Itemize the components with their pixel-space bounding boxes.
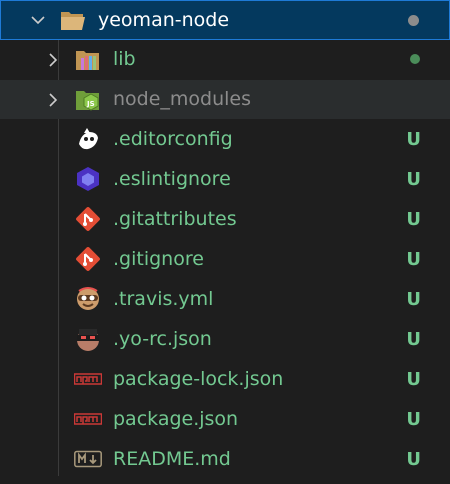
root-folder-label: yeoman-node [98,8,230,31]
tree-item-label: package-lock.json [113,368,284,390]
tree-item-gitignore[interactable]: .gitignore U [0,240,450,279]
untracked-status: U [406,449,421,470]
npm-icon [73,406,103,432]
tree-item-label: package.json [113,408,239,430]
chevron-right-icon[interactable] [46,93,60,107]
untracked-status: U [406,209,421,230]
tree-item-editorconfig[interactable]: .editorconfig U [0,120,450,159]
svg-text:JS: JS [86,100,95,108]
eslint-icon [75,166,101,192]
tree-item-label: README.md [113,448,231,470]
tree-item-package-json[interactable]: package.json U [0,400,450,439]
untracked-status: U [406,409,421,430]
root-status-dot [408,15,419,26]
untracked-status: U [406,329,421,350]
untracked-status: U [406,369,421,390]
tree-item-label: .gitignore [113,248,204,270]
tree-item-label: .travis.yml [113,288,214,310]
untracked-status: U [406,249,421,270]
tree-item-label: .gitattributes [113,208,237,230]
git-icon [75,246,101,272]
nodejs-folder-icon: JS [75,87,101,113]
tree-item-lib[interactable]: lib [0,40,450,79]
tree-item-package-lock-json[interactable]: package-lock.json U [0,360,450,399]
git-icon [75,206,101,232]
tree-item-node-modules[interactable]: JS node_modules [0,80,450,119]
travis-icon [75,286,101,312]
folder-open-icon [60,7,86,33]
tree-item-label: node_modules [113,88,252,110]
untracked-status: U [406,289,421,310]
chevron-right-icon[interactable] [46,53,60,67]
markdown-icon [73,446,103,472]
modified-dot [410,54,420,64]
lib-folder-icon [75,47,101,73]
untracked-status: U [406,129,421,150]
tree-item-eslintignore[interactable]: .eslintignore U [0,160,450,199]
untracked-status: U [406,169,421,190]
yeoman-icon [75,326,101,352]
npm-icon [73,366,103,392]
tree-item-label: lib [113,48,136,70]
tree-item-gitattributes[interactable]: .gitattributes U [0,200,450,239]
editorconfig-icon [75,126,101,152]
file-explorer-tree: yeoman-node lib JS node_modules .editorc… [0,0,450,484]
tree-item-yo-rc-json[interactable]: .yo-rc.json U [0,320,450,359]
tree-item-label: .editorconfig [113,128,233,150]
tree-item-label: .eslintignore [113,168,231,190]
chevron-down-icon[interactable] [31,13,45,27]
tree-root-folder[interactable]: yeoman-node [0,0,450,40]
tree-item-readme-md[interactable]: README.md U [0,440,450,479]
tree-item-travis-yml[interactable]: .travis.yml U [0,280,450,319]
tree-item-label: .yo-rc.json [113,328,212,350]
